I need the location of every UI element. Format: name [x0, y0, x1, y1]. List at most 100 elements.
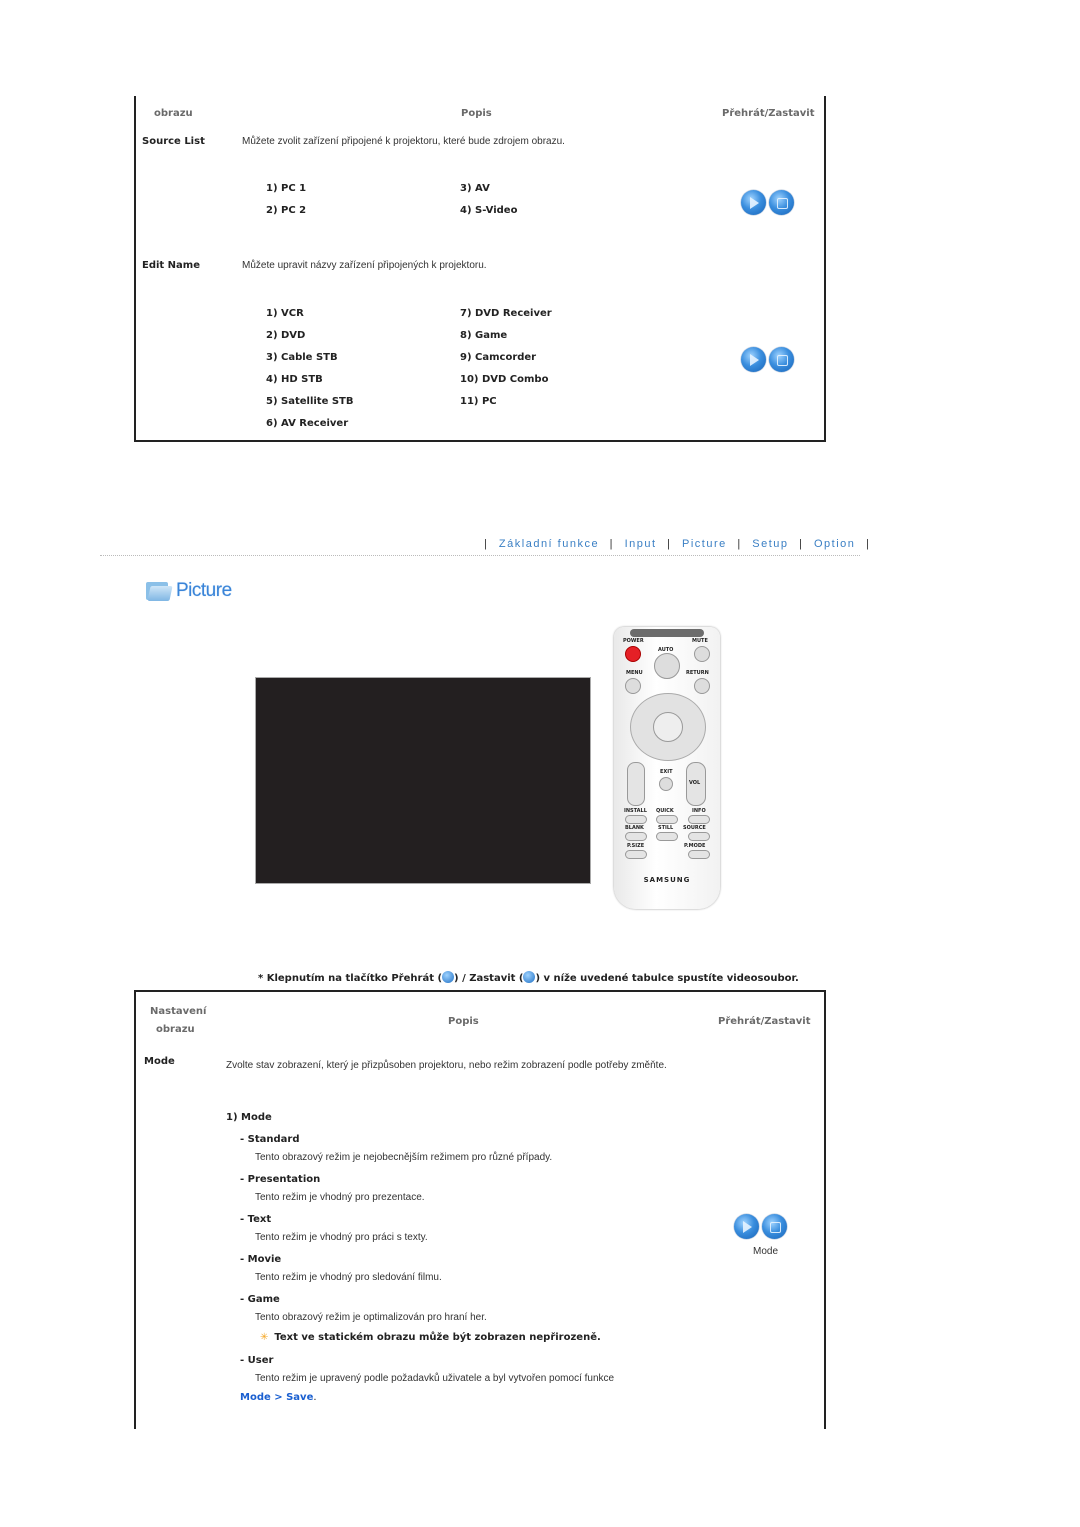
nav-separator: |	[865, 538, 871, 550]
row-label-edit-name: Edit Name	[142, 260, 200, 271]
header-setting-line2: obrazu	[156, 1024, 195, 1035]
subheading: 1) Mode	[226, 1112, 272, 1123]
brand-logo: SAMSUNG	[643, 876, 691, 884]
ir-window	[630, 629, 704, 637]
blank-button-icon	[625, 832, 647, 841]
play-icon	[750, 197, 759, 209]
remote-control-image: POWER MUTE AUTO MENU RETURN EXIT VOL INS…	[614, 627, 720, 909]
row-label-source-list: Source List	[142, 136, 205, 147]
remote-label-quick: QUICK	[656, 808, 674, 814]
stop-button[interactable]	[769, 190, 794, 215]
menu-button-icon	[625, 678, 641, 694]
list-item: 4) S-Video	[460, 205, 518, 216]
note-suffix: ) v níže uvedené tabulce spustíte videos…	[535, 973, 799, 984]
psize-button-icon	[625, 850, 647, 859]
mode-media-controls	[734, 1214, 787, 1239]
power-button-icon	[625, 646, 641, 662]
plus-minus-rocker-icon	[627, 762, 645, 806]
source-table: obrazu Popis Přehrát/Zastavit Source Lis…	[134, 96, 826, 442]
exit-button-icon	[659, 777, 673, 791]
list-item: 9) Camcorder	[460, 352, 537, 363]
remote-label-source: SOURCE	[683, 825, 706, 831]
remote-label-still: STILL	[658, 825, 674, 831]
info-button-icon	[688, 815, 710, 824]
header-description: Popis	[448, 1016, 479, 1027]
mode-text: Tento obrazový režim je nejobecnějším re…	[255, 1152, 553, 1163]
remote-label-psize: P.SIZE	[627, 843, 645, 849]
list-item: 3) Cable STB	[266, 352, 338, 363]
mode-save-link[interactable]: Mode > Save	[240, 1392, 313, 1403]
play-button[interactable]	[741, 190, 766, 215]
section-title-text: Picture	[176, 580, 232, 601]
picture-table: Nastavení obrazu Popis Přehrát/Zastavit …	[134, 990, 826, 1429]
section-title: Picture	[146, 580, 232, 602]
nav-link-input[interactable]: Input	[625, 538, 657, 550]
button-caption: Mode	[753, 1246, 779, 1257]
dpad-icon	[630, 693, 706, 761]
play-button[interactable]	[734, 1214, 759, 1239]
warning-note: ✳ Text ve statickém obrazu může být zobra…	[260, 1332, 601, 1343]
source-list-media-controls	[741, 190, 794, 215]
play-mini-icon	[442, 971, 455, 983]
list-item: 6) AV Receiver	[266, 418, 349, 429]
dotted-divider	[100, 555, 860, 556]
still-button-icon	[656, 832, 678, 841]
list-item: 1) PC 1	[266, 183, 307, 194]
remote-label-pmode: P.MODE	[684, 843, 706, 849]
header-play-stop: Přehrát/Zastavit	[718, 1016, 811, 1027]
nav-separator: |	[737, 538, 742, 550]
stop-icon	[770, 1222, 781, 1233]
mode-name: - Presentation	[240, 1174, 321, 1185]
auto-button-icon	[654, 653, 680, 679]
list-item: 2) PC 2	[266, 205, 307, 216]
stop-icon	[777, 355, 788, 366]
nav-link-zakladni-funkce[interactable]: Základní funkce	[499, 538, 599, 550]
row-description: Můžete zvolit zařízení připojené k proje…	[242, 136, 565, 147]
note-prefix: * Klepnutím na tlačítko Přehrát (	[258, 973, 443, 984]
stop-button[interactable]	[769, 347, 794, 372]
list-item: 1) VCR	[266, 308, 304, 319]
remote-label-return: RETURN	[686, 670, 709, 676]
save-link-line: Mode > Save.	[240, 1392, 317, 1403]
list-item: 2) DVD	[266, 330, 306, 341]
mode-name: - Game	[240, 1294, 280, 1305]
note-middle: ) / Zastavit (	[454, 973, 524, 984]
mode-text: Tento režim je vhodný pro sledování film…	[255, 1272, 442, 1283]
row-description: Můžete upravit názvy zařízení připojenýc…	[242, 260, 487, 271]
nav-link-setup[interactable]: Setup	[752, 538, 788, 550]
play-icon	[743, 1221, 752, 1233]
nav-separator: |	[799, 538, 804, 550]
remote-label-vol: VOL	[689, 780, 701, 786]
section-nav: | Základní funkce | Input | Picture | Se…	[478, 538, 876, 550]
play-button[interactable]	[741, 347, 766, 372]
remote-label-install: INSTALL	[624, 808, 647, 814]
remote-label-exit: EXIT	[660, 769, 673, 775]
header-setting: obrazu	[154, 108, 193, 119]
list-item: 3) AV	[460, 183, 490, 194]
mode-name: - Movie	[240, 1254, 282, 1265]
warning-text: Text ve statickém obrazu může být zobraz…	[274, 1332, 601, 1343]
mode-name: - User	[240, 1355, 274, 1366]
header-play-stop: Přehrát/Zastavit	[722, 108, 815, 119]
row-label-mode: Mode	[144, 1056, 175, 1067]
nav-link-option[interactable]: Option	[814, 538, 855, 550]
stop-button[interactable]	[762, 1214, 787, 1239]
remote-label-blank: BLANK	[625, 825, 644, 831]
nav-link-picture[interactable]: Picture	[682, 538, 727, 550]
remote-label-info: INFO	[692, 808, 706, 814]
list-item: 5) Satellite STB	[266, 396, 354, 407]
row-description: Zvolte stav zobrazení, který je přizpůso…	[226, 1060, 667, 1071]
install-button-icon	[625, 815, 647, 824]
return-button-icon	[694, 678, 710, 694]
play-icon	[750, 354, 759, 366]
stop-mini-icon	[523, 971, 536, 983]
warning-icon: ✳	[260, 1332, 269, 1343]
mode-text: Tento režim je vhodný pro práci s texty.	[255, 1232, 428, 1243]
list-item: 8) Game	[460, 330, 508, 341]
remote-label-menu: MENU	[626, 670, 643, 676]
list-item: 10) DVD Combo	[460, 374, 549, 385]
list-item: 4) HD STB	[266, 374, 323, 385]
nav-separator: |	[484, 538, 489, 550]
quick-button-icon	[656, 815, 678, 824]
mode-text: Tento režim je upravený podle požadavků …	[255, 1373, 615, 1384]
